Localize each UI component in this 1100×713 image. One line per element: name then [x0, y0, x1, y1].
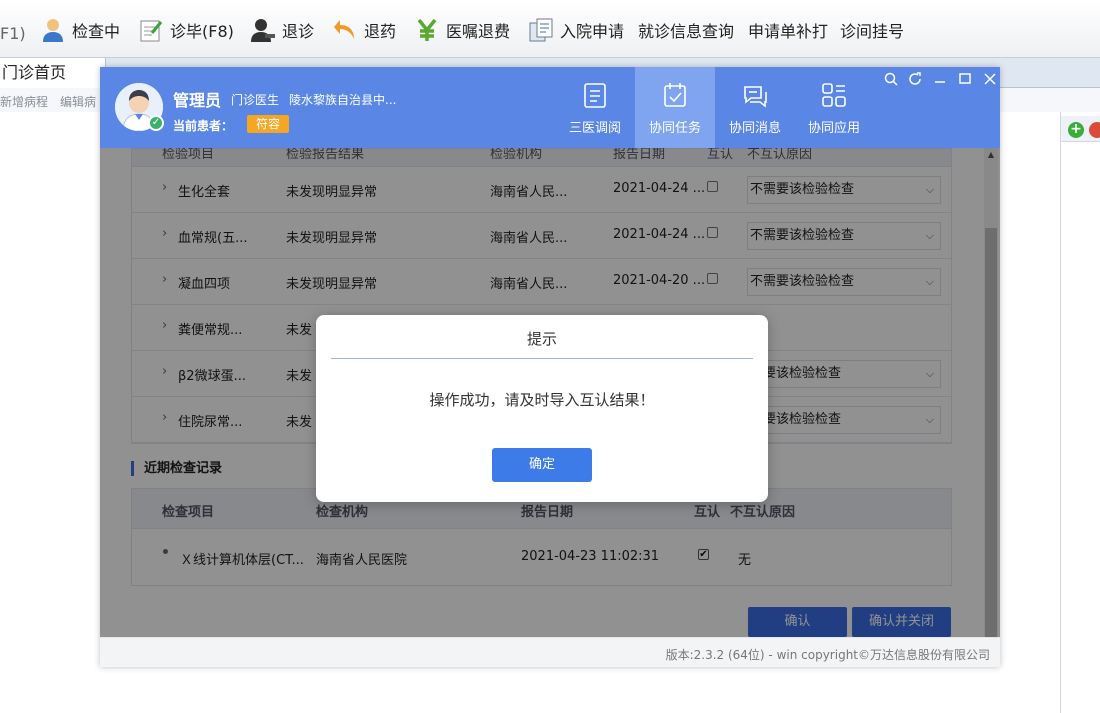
user-role: 门诊医生	[231, 93, 280, 107]
toolbar-checking-label: 检查中	[72, 22, 121, 41]
toolbar-admission-label: 入院申请	[560, 22, 625, 41]
clipboard-icon	[584, 83, 606, 108]
nav-collab-messages[interactable]: 协同消息	[715, 67, 795, 148]
window-header: ✓ 管理员 门诊医生 陵水黎族自治县中... 当前患者： 符容 三医调阅 协同任…	[100, 67, 1000, 148]
verified-check-icon: ✓	[148, 115, 164, 131]
toolbar-reprint-button[interactable]: 申请单补打	[748, 17, 828, 43]
maximize-icon[interactable]	[958, 72, 972, 86]
window-footer: 版本:2.3.2 (64位) - win copyright©万达信息股份有限公…	[100, 637, 1000, 667]
toolbar-refund-label: 医嘱退费	[446, 22, 511, 41]
notepad-icon	[138, 17, 164, 43]
toolbar-visit-query-button[interactable]: 就诊信息查询	[638, 17, 734, 43]
dialog-ok-button[interactable]: 确定	[492, 448, 592, 482]
right-panel-toolbar: +	[1061, 116, 1100, 142]
nav-collab-apps[interactable]: 协同应用	[794, 67, 874, 148]
toolbar-finish-label: 诊毕(F8)	[170, 22, 234, 41]
return-arrow-icon	[332, 17, 358, 43]
toolbar-f1-label[interactable]: F1)	[0, 20, 26, 46]
nav-three-medical-review[interactable]: 三医调阅	[555, 67, 635, 148]
nav-label: 协同任务	[648, 121, 701, 136]
sub-link-new-record[interactable]: 新增病程	[0, 93, 48, 110]
nav-collab-tasks[interactable]: 协同任务	[635, 67, 715, 148]
splitter-handle[interactable]	[1054, 428, 1058, 446]
host-right-panel: +	[1060, 112, 1100, 713]
toolbar-withdraw-button[interactable]: 退诊	[250, 17, 314, 43]
person-remove-icon	[250, 17, 276, 43]
dialog-message: 操作成功，请及时导入互认结果！	[429, 391, 655, 409]
user-name: 管理员	[173, 91, 222, 110]
current-patient-label: 当前患者：	[173, 119, 234, 133]
minimize-icon[interactable]	[933, 72, 947, 86]
toolbar-withdraw-label: 退诊	[282, 22, 315, 41]
chat-icon	[744, 86, 767, 108]
close-icon[interactable]	[983, 72, 997, 86]
search-icon[interactable]	[884, 72, 898, 86]
patient-name-badge: 符容	[247, 115, 290, 133]
version-copyright: 版本:2.3.2 (64位) - win copyright©万达信息股份有限公…	[665, 648, 990, 662]
person-icon	[40, 17, 66, 43]
remove-icon[interactable]	[1089, 122, 1100, 138]
toolbar-return-drug-button[interactable]: 退药	[332, 17, 396, 43]
sub-link-edit-record[interactable]: 编辑病	[60, 93, 96, 110]
toolbar-admission-button[interactable]: 入院申请	[528, 17, 624, 43]
yen-icon	[414, 17, 440, 43]
document-icon	[528, 17, 554, 43]
nav-label: 协同消息	[728, 121, 781, 136]
alert-dialog: 提示 操作成功，请及时导入互认结果！ 确定	[316, 315, 768, 502]
toolbar-refund-button[interactable]: 医嘱退费	[414, 17, 510, 43]
nav-label: 三医调阅	[568, 121, 621, 136]
host-toolbar: F1) 检查中 诊毕(F8) 退诊 退药 医嘱退费 入院申请 就诊信息查询 申请…	[0, 0, 1100, 58]
dialog-divider	[331, 358, 753, 359]
toolbar-return-drug-label: 退药	[364, 22, 397, 41]
grid-apps-icon	[822, 83, 846, 107]
add-icon[interactable]: +	[1068, 122, 1084, 138]
tab-home[interactable]: 门诊首页	[0, 58, 106, 88]
toolbar-register-button[interactable]: 诊间挂号	[840, 17, 904, 43]
nav-label: 协同应用	[807, 121, 860, 136]
user-org: 陵水黎族自治县中...	[289, 93, 397, 107]
calendar-check-icon	[664, 83, 686, 107]
toolbar-finish-button[interactable]: 诊毕(F8)	[138, 17, 234, 43]
refresh-icon[interactable]	[908, 72, 922, 86]
dialog-title: 提示	[526, 330, 557, 348]
toolbar-checking-button[interactable]: 检查中	[40, 17, 120, 43]
